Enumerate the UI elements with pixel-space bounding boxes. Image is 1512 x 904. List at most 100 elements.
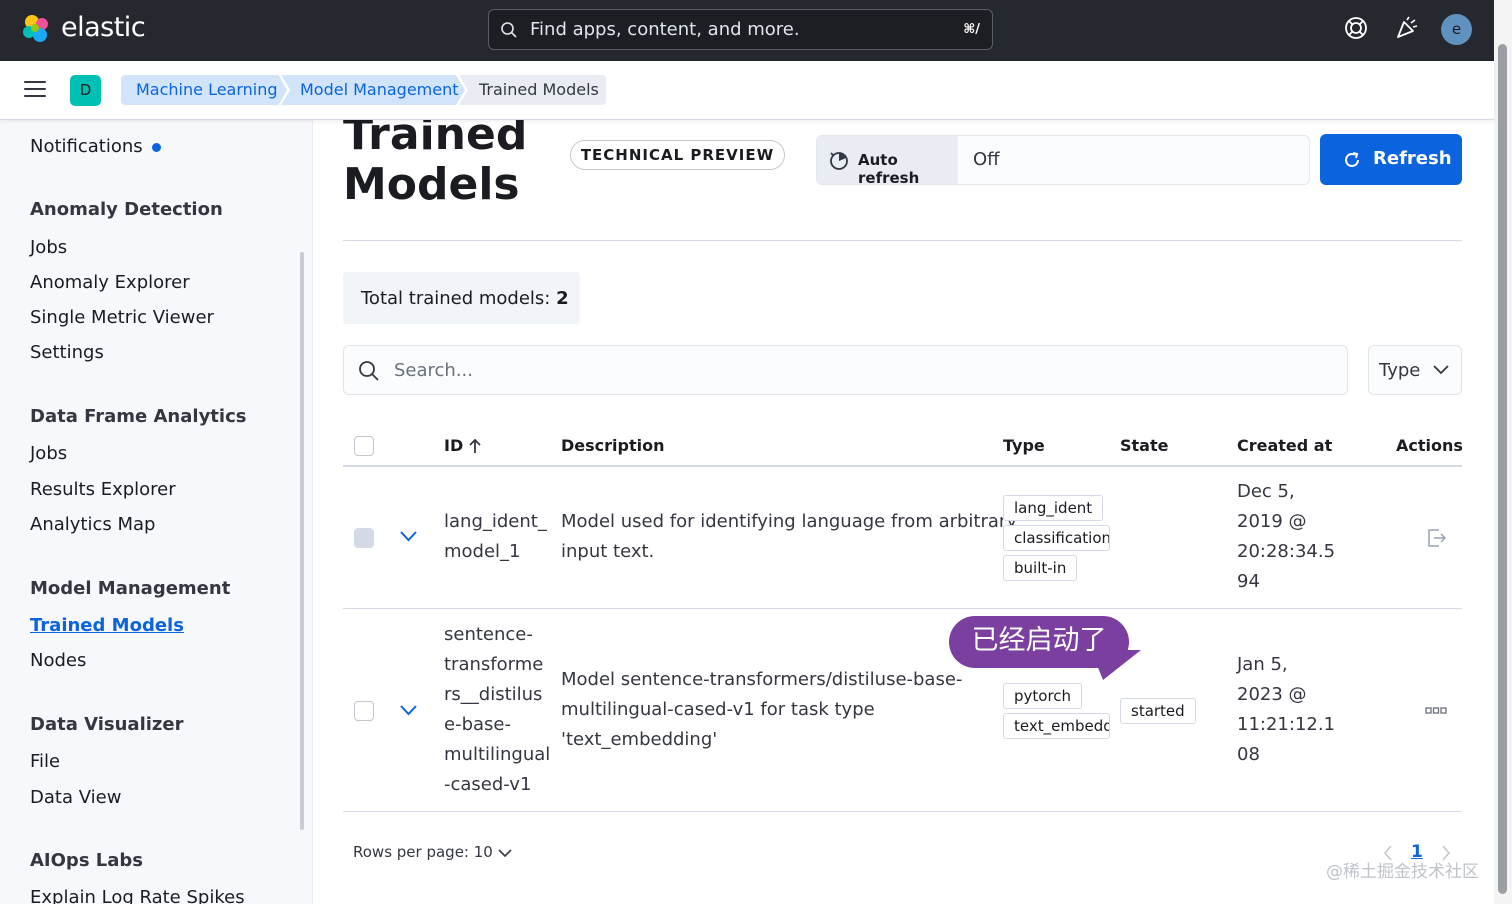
- header-divider: [343, 240, 1462, 241]
- sidebar-item-data-view[interactable]: Data View: [30, 787, 121, 808]
- rows-per-page-label: Rows per page: 10: [353, 843, 493, 861]
- column-header-actions: Actions: [1396, 436, 1463, 455]
- menu-toggle-button[interactable]: [24, 81, 46, 99]
- auto-refresh-value[interactable]: Off: [973, 149, 1000, 170]
- total-models-count: 2: [556, 288, 569, 309]
- export-icon[interactable]: [1425, 527, 1447, 549]
- more-actions-icon[interactable]: [1425, 706, 1447, 716]
- row2-id-line: transforme: [444, 654, 544, 675]
- breadcrumb-model-management[interactable]: Model Management: [281, 75, 465, 105]
- technical-preview-badge: TECHNICAL PREVIEW: [570, 140, 785, 170]
- sidebar-item-notifications[interactable]: Notifications: [30, 136, 143, 157]
- watermark: @稀土掘金技术社区: [1326, 862, 1479, 882]
- column-header-description[interactable]: Description: [561, 436, 664, 455]
- column-header-id[interactable]: ID: [444, 436, 463, 455]
- sidebar-heading-aiops-labs: AIOps Labs: [30, 850, 144, 871]
- row1-id-line: lang_ident_: [444, 511, 547, 532]
- row-divider: [343, 608, 1462, 609]
- search-shortcut: ⌘/: [963, 22, 980, 37]
- sidebar-item-anomaly-explorer[interactable]: Anomaly Explorer: [30, 272, 190, 293]
- type-badge-text-embedding: text_embedd: [1003, 713, 1110, 739]
- row-checkbox[interactable]: [354, 701, 374, 721]
- row2-created-line: Jan 5,: [1237, 654, 1288, 675]
- logo-text: elastic: [61, 12, 146, 43]
- row2-created-line: 08: [1237, 744, 1260, 765]
- refresh-icon: [1345, 152, 1359, 167]
- sidebar-item-analytics-map[interactable]: Analytics Map: [30, 514, 155, 535]
- elastic-logo-icon[interactable]: [20, 13, 52, 45]
- row2-created-line: 2023 @: [1237, 684, 1307, 705]
- row1-description-line: input text.: [561, 541, 655, 562]
- row2-description-line: 'text_embedding': [561, 729, 718, 750]
- search-icon: [359, 361, 379, 381]
- auto-refresh-control: Auto refresh Off: [816, 135, 1310, 187]
- models-search-input[interactable]: Search...: [343, 345, 1348, 395]
- select-all-checkbox[interactable]: [354, 436, 374, 456]
- state-badge-started: started: [1120, 698, 1196, 724]
- global-search-input[interactable]: Find apps, content, and more. ⌘/: [488, 9, 993, 50]
- main-content: Trained Models TECHNICAL PREVIEW Auto re…: [313, 120, 1494, 904]
- sidebar-item-settings[interactable]: Settings: [30, 342, 104, 363]
- table-header-divider: [343, 465, 1462, 467]
- row2-id-line: sentence-: [444, 624, 533, 645]
- page-title-line1: Trained: [343, 120, 528, 160]
- row2-created-line: 11:21:12.1: [1237, 714, 1336, 735]
- search-icon: [501, 22, 517, 38]
- column-header-type[interactable]: Type: [1003, 436, 1045, 455]
- row2-description-line: multilingual-cased-v1 for task type: [561, 699, 875, 720]
- row1-description-line: Model used for identifying language from…: [561, 511, 1017, 532]
- sort-up-icon[interactable]: [468, 438, 482, 454]
- annotation-bubble: 已经启动了: [949, 616, 1129, 668]
- row1-created-line: 94: [1237, 571, 1260, 592]
- chevron-down-icon[interactable]: [400, 531, 417, 542]
- sidebar-item-ad-jobs[interactable]: Jobs: [30, 237, 67, 258]
- sidebar-item-results-explorer[interactable]: Results Explorer: [30, 479, 176, 500]
- notification-dot: [152, 143, 161, 152]
- row2-id-line: rs__distilus: [444, 684, 543, 705]
- sidebar-item-single-metric-viewer[interactable]: Single Metric Viewer: [30, 307, 214, 328]
- type-badge-built-in: built-in: [1003, 555, 1078, 581]
- user-avatar[interactable]: e: [1441, 14, 1472, 45]
- sidebar-item-nodes[interactable]: Nodes: [30, 650, 86, 671]
- row2-description-line: Model sentence-transformers/distiluse-ba…: [561, 669, 963, 690]
- row1-created-at: Dec 5, 2019 @ 20:28:34.5 94: [1237, 477, 1335, 597]
- row-divider: [343, 811, 1462, 812]
- newsfeed-icon[interactable]: [1394, 15, 1420, 41]
- sidebar-item-file[interactable]: File: [30, 751, 60, 772]
- sidebar-item-trained-models[interactable]: Trained Models: [30, 615, 184, 636]
- page-scrollbar-thumb[interactable]: [1498, 44, 1507, 894]
- row1-id-line: model_1: [444, 541, 521, 562]
- row1-created-line: Dec 5,: [1237, 481, 1295, 502]
- row2-created-at: Jan 5, 2023 @ 11:21:12.1 08: [1237, 650, 1335, 770]
- chevron-down-icon: [1433, 365, 1449, 375]
- sidebar-heading-model-management: Model Management: [30, 578, 231, 599]
- rows-per-page-button[interactable]: Rows per page: 10: [353, 843, 512, 861]
- page-title: Trained Models: [343, 120, 527, 210]
- refresh-button[interactable]: Refresh: [1320, 134, 1462, 185]
- column-header-state[interactable]: State: [1120, 436, 1168, 455]
- ml-sidebar: Notifications Anomaly Detection Jobs Ano…: [0, 120, 313, 904]
- column-header-created-at[interactable]: Created at: [1237, 436, 1332, 455]
- total-models-stat: Total trained models: 2: [343, 272, 580, 324]
- breadcrumb-machine-learning[interactable]: Machine Learning: [121, 75, 287, 105]
- page-scrollbar[interactable]: [1494, 0, 1512, 904]
- sidebar-item-explain-log-rate-spikes[interactable]: Explain Log Rate Spikes: [30, 887, 245, 904]
- chevron-down-icon: [498, 849, 512, 858]
- row2-id-line: multilingual: [444, 744, 551, 765]
- sidebar-heading-data-visualizer: Data Visualizer: [30, 714, 184, 735]
- total-models-label: Total trained models:: [361, 288, 557, 309]
- breadcrumb-bar: D Machine Learning Model Management Trai…: [0, 61, 1494, 120]
- space-avatar[interactable]: D: [70, 75, 101, 106]
- type-filter-button[interactable]: Type: [1368, 345, 1462, 395]
- auto-refresh-button[interactable]: Auto refresh: [817, 136, 958, 187]
- chevron-down-icon[interactable]: [400, 705, 417, 716]
- auto-refresh-label: Auto refresh: [858, 151, 920, 187]
- row2-id-line: -cased-v1: [444, 774, 532, 795]
- sidebar-scrollbar[interactable]: [300, 252, 304, 830]
- refresh-label: Refresh: [1373, 148, 1452, 169]
- sidebar-heading-data-frame-analytics: Data Frame Analytics: [30, 406, 247, 427]
- row1-id: lang_ident_ model_1: [444, 507, 547, 567]
- sidebar-item-dfa-jobs[interactable]: Jobs: [30, 443, 67, 464]
- help-icon[interactable]: [1343, 15, 1369, 41]
- top-header: elastic Find apps, content, and more. ⌘/…: [0, 0, 1512, 61]
